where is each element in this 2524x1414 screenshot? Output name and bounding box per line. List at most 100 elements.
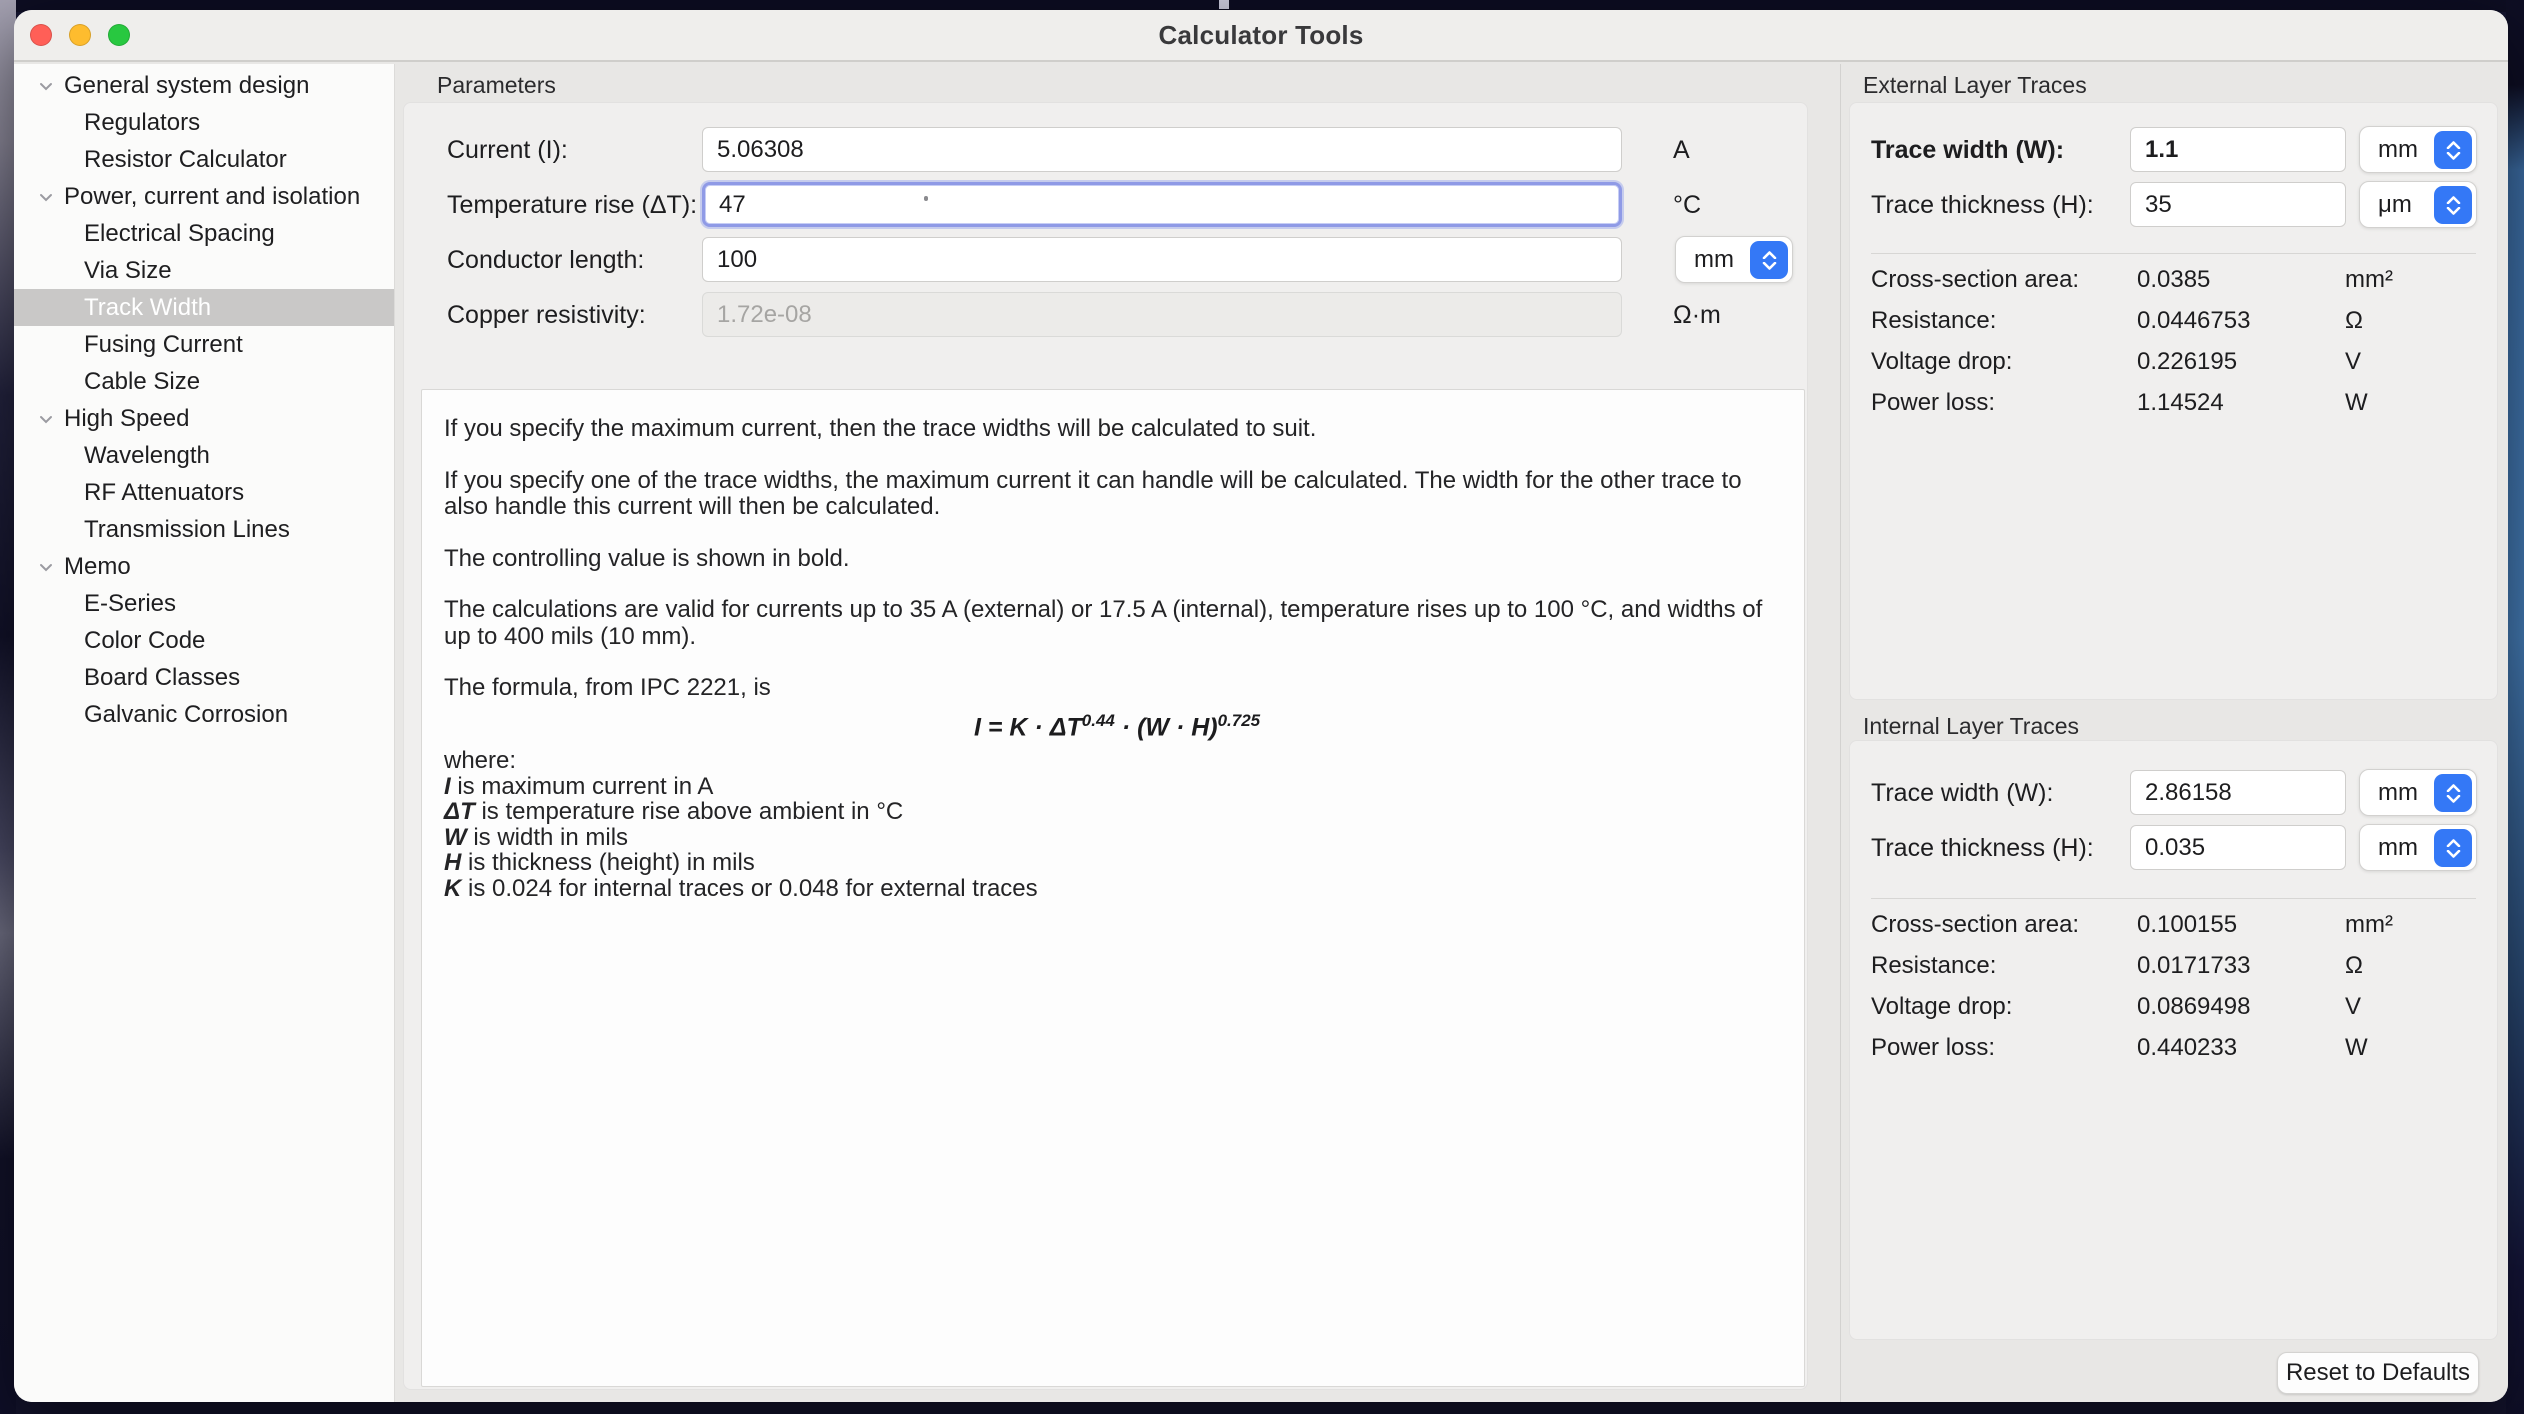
chevron-down-icon[interactable] [34, 74, 58, 98]
chevron-down-icon[interactable] [34, 555, 58, 579]
temperature-rise-input[interactable] [702, 182, 1622, 227]
conductor-length-input[interactable] [702, 237, 1622, 282]
sidebar-item-label: Galvanic Corrosion [84, 701, 288, 729]
sidebar-item-color-code[interactable]: Color Code [14, 622, 394, 659]
sidebar-item-regulators[interactable]: Regulators [14, 104, 394, 141]
sidebar-item-electrical-spacing[interactable]: Electrical Spacing [14, 215, 394, 252]
external-trace-width-unit-select[interactable]: mm [2359, 126, 2477, 173]
description-paragraph: If you specify one of the trace widths, … [444, 468, 1764, 521]
sidebar-item-galvanic-corrosion[interactable]: Galvanic Corrosion [14, 696, 394, 733]
where-intro: where: [444, 748, 1764, 774]
titlebar[interactable]: Calculator Tools [14, 10, 2508, 62]
result-unit: W [2345, 389, 2368, 417]
external-trace-width-input[interactable] [2130, 127, 2346, 172]
temperature-rise-unit: °C [1673, 191, 1701, 220]
sidebar-item-resistor-calculator[interactable]: Resistor Calculator [14, 141, 394, 178]
internal-trace-width-unit-select[interactable]: mm [2359, 769, 2477, 816]
chevron-down-icon[interactable] [34, 407, 58, 431]
result-value: 0.100155 [2137, 911, 2237, 939]
sidebar-item-cable-size[interactable]: Cable Size [14, 363, 394, 400]
window-content: General system design Regulators Resisto… [14, 64, 2508, 1402]
reset-to-defaults-button[interactable]: Reset to Defaults [2277, 1352, 2479, 1394]
external-trace-thickness-row: Trace thickness (H): μm [1850, 182, 2497, 228]
copper-resistivity-unit: Ω·m [1673, 301, 1721, 330]
where-item: H is thickness (height) in mils [444, 850, 1764, 876]
zoom-button[interactable] [108, 24, 130, 46]
sidebar-item-label: Fusing Current [84, 331, 243, 359]
where-item: W is width in mils [444, 825, 1764, 851]
current-row: Current (I): A [404, 127, 1807, 173]
result-unit: V [2345, 993, 2361, 1021]
conductor-length-unit-value: mm [1676, 246, 1734, 274]
internal-trace-thickness-label: Trace thickness (H): [1871, 834, 2094, 863]
chevron-down-icon[interactable] [34, 185, 58, 209]
sidebar-item-via-size[interactable]: Via Size [14, 252, 394, 289]
close-button[interactable] [30, 24, 52, 46]
sidebar-item-board-classes[interactable]: Board Classes [14, 659, 394, 696]
internal-result-row: Voltage drop: 0.0869498 V [1850, 987, 2497, 1027]
sidebar-item-label: Via Size [84, 257, 172, 285]
external-result-row: Voltage drop: 0.226195 V [1850, 342, 2497, 382]
external-result-row: Cross-section area: 0.0385 mm² [1850, 260, 2497, 300]
result-label: Cross-section area: [1871, 911, 2079, 939]
sidebar-item-rf-attenuators[interactable]: RF Attenuators [14, 474, 394, 511]
result-value: 0.226195 [2137, 348, 2237, 376]
internal-trace-thickness-unit-select[interactable]: mm [2359, 824, 2477, 871]
external-result-row: Power loss: 1.14524 W [1850, 383, 2497, 423]
result-label: Voltage drop: [1871, 348, 2012, 376]
result-unit: Ω [2345, 307, 2363, 335]
sidebar-item-general-system-design[interactable]: General system design [14, 67, 394, 104]
external-trace-thickness-input[interactable] [2130, 182, 2346, 227]
ipc2221-formula: I = K · ΔT0.44 · (W · H)0.725 [974, 708, 1764, 741]
result-unit: W [2345, 1034, 2368, 1062]
parameters-section-label: Parameters [437, 72, 556, 99]
internal-trace-width-input[interactable] [2130, 770, 2346, 815]
stepper-icon[interactable] [2434, 131, 2472, 169]
sidebar-item-label: Track Width [84, 294, 211, 322]
result-unit: mm² [2345, 911, 2393, 939]
stepper-icon[interactable] [2434, 186, 2472, 224]
current-label: Current (I): [447, 136, 568, 165]
result-value: 0.0385 [2137, 266, 2210, 294]
result-label: Voltage drop: [1871, 993, 2012, 1021]
internal-trace-width-row: Trace width (W): mm [1850, 770, 2497, 816]
temperature-rise-label: Temperature rise (ΔT): [447, 191, 697, 220]
traffic-lights [30, 10, 130, 60]
sidebar-item-wavelength[interactable]: Wavelength [14, 437, 394, 474]
result-unit: V [2345, 348, 2361, 376]
description-paragraph: The formula, from IPC 2221, is [444, 675, 1764, 702]
sidebar-item-label: E-Series [84, 590, 176, 618]
minimize-button[interactable] [69, 24, 91, 46]
sidebar-item-high-speed[interactable]: High Speed [14, 400, 394, 437]
where-item: K is 0.024 for internal traces or 0.048 … [444, 876, 1764, 902]
sidebar-item-memo[interactable]: Memo [14, 548, 394, 585]
sidebar-item-power-current-isolation[interactable]: Power, current and isolation [14, 178, 394, 215]
sidebar-item-fusing-current[interactable]: Fusing Current [14, 326, 394, 363]
stepper-icon[interactable] [2434, 829, 2472, 867]
sidebar-item-label: RF Attenuators [84, 479, 244, 507]
current-input[interactable] [702, 127, 1622, 172]
sidebar-item-label: Wavelength [84, 442, 210, 470]
internal-trace-thickness-input[interactable] [2130, 825, 2346, 870]
sidebar-item-e-series[interactable]: E-Series [14, 585, 394, 622]
external-trace-width-row: Trace width (W): mm [1850, 127, 2497, 173]
result-value: 1.14524 [2137, 389, 2224, 417]
stepper-icon[interactable] [2434, 774, 2472, 812]
parameters-panel: Parameters Current (I): A Temperature ri… [395, 64, 1840, 1402]
stepper-icon[interactable] [1750, 241, 1788, 279]
external-trace-thickness-unit-select[interactable]: μm [2359, 181, 2477, 228]
conductor-length-unit-select[interactable]: mm [1675, 236, 1793, 283]
internal-result-row: Resistance: 0.0171733 Ω [1850, 946, 2497, 986]
sidebar-item-track-width[interactable]: Track Width [14, 289, 394, 326]
copper-resistivity-row: Copper resistivity: Ω·m [404, 292, 1807, 338]
copper-resistivity-label: Copper resistivity: [447, 301, 646, 330]
sidebar-item-label: Transmission Lines [84, 516, 290, 544]
sidebar-item-label: Cable Size [84, 368, 200, 396]
internal-traces-section-label: Internal Layer Traces [1863, 713, 2079, 740]
sidebar-item-label: Memo [64, 553, 131, 581]
result-unit: mm² [2345, 266, 2393, 294]
internal-trace-thickness-row: Trace thickness (H): mm [1850, 825, 2497, 871]
sidebar-item-transmission-lines[interactable]: Transmission Lines [14, 511, 394, 548]
calculator-tools-window: Calculator Tools General system design R… [14, 10, 2508, 1402]
result-value: 0.440233 [2137, 1034, 2237, 1062]
